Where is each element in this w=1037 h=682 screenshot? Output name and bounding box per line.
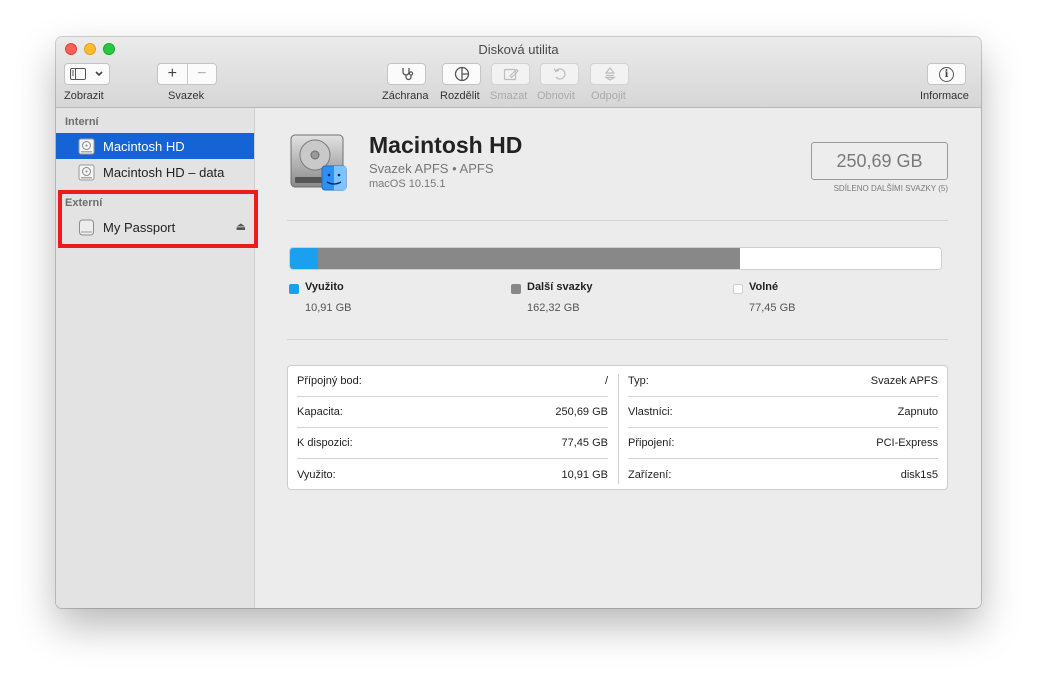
external-disk-icon bbox=[79, 219, 94, 235]
info-value: 77,45 GB bbox=[561, 437, 608, 449]
divider bbox=[287, 220, 948, 221]
info-row-available: K dispozici: 77,45 GB bbox=[297, 428, 608, 459]
info-row-capacity: Kapacita: 250,69 GB bbox=[297, 397, 608, 428]
legend-label: Další svazky bbox=[527, 281, 593, 293]
erase-disk-icon bbox=[503, 68, 519, 81]
legend-value: 162,32 GB bbox=[527, 302, 580, 314]
info-left-column: Přípojný bod: / Kapacita: 250,69 GB K di… bbox=[288, 366, 618, 489]
sidebar-item-label: My Passport bbox=[103, 219, 176, 235]
sidebar-item-label: Macintosh HD bbox=[103, 138, 185, 154]
info-label: Zařízení: bbox=[628, 468, 672, 481]
legend-label: Volné bbox=[749, 281, 779, 293]
info-row-type: Typ: Svazek APFS bbox=[628, 366, 938, 397]
disk-utility-window: Disková utilita Zobrazit + − Svazek Zách… bbox=[56, 37, 981, 608]
unmount-icon bbox=[603, 67, 616, 81]
info-label: Informace bbox=[920, 90, 969, 102]
info-icon: i bbox=[939, 66, 954, 82]
view-label: Zobrazit bbox=[64, 90, 104, 102]
partition-label: Rozdělit bbox=[440, 90, 480, 102]
legend-swatch bbox=[511, 284, 521, 294]
erase-label: Smazat bbox=[490, 90, 528, 102]
unmount-label: Odpojit bbox=[591, 90, 626, 102]
unmount-button[interactable] bbox=[590, 63, 629, 85]
capacity-note: SDÍLENO DALŠÍMI SVAZKY (5) bbox=[833, 184, 948, 193]
info-right-column: Typ: Svazek APFS Vlastníci: Zapnuto Přip… bbox=[619, 366, 947, 489]
volume-info-table: Přípojný bod: / Kapacita: 250,69 GB K di… bbox=[287, 365, 948, 490]
volume-os-version: macOS 10.15.1 bbox=[369, 178, 446, 190]
info-label: Připojení: bbox=[628, 437, 675, 449]
usage-bar-used-segment bbox=[290, 248, 319, 269]
stethoscope-icon bbox=[401, 68, 413, 81]
view-button[interactable] bbox=[64, 63, 110, 85]
info-label: Typ: bbox=[628, 375, 649, 387]
sidebar-item-macintosh-hd-data[interactable]: Macintosh HD – data bbox=[56, 159, 254, 185]
first-aid-label: Záchrana bbox=[382, 90, 429, 102]
chevron-down-icon bbox=[95, 71, 103, 77]
volume-title: Macintosh HD bbox=[369, 132, 523, 158]
partition-button[interactable] bbox=[442, 63, 481, 85]
info-button[interactable]: i bbox=[927, 63, 966, 85]
sidebar: Interní Macintosh HD Macintosh HD – data… bbox=[56, 108, 255, 608]
info-row-owners: Vlastníci: Zapnuto bbox=[628, 397, 938, 428]
divider bbox=[287, 339, 948, 340]
info-row-used: Využito: 10,91 GB bbox=[297, 459, 608, 490]
info-value: 250,69 GB bbox=[555, 406, 608, 418]
volume-subtitle: Svazek APFS • APFS bbox=[369, 161, 494, 176]
external-section-header: Externí bbox=[65, 197, 103, 209]
remove-volume-button[interactable]: − bbox=[188, 65, 217, 83]
usage-bar-other-volumes-segment bbox=[318, 248, 740, 269]
info-value: disk1s5 bbox=[900, 468, 938, 481]
hard-drive-icon bbox=[290, 134, 347, 191]
restore-button[interactable] bbox=[540, 63, 579, 85]
legend-value: 10,91 GB bbox=[305, 302, 352, 314]
info-value: Zapnuto bbox=[897, 406, 938, 418]
internal-disk-icon bbox=[78, 138, 95, 154]
info-label: Kapacita: bbox=[297, 406, 343, 418]
volume-label: Svazek bbox=[168, 90, 205, 102]
toolbar: Disková utilita Zobrazit + − Svazek Zách… bbox=[56, 37, 981, 108]
first-aid-button[interactable] bbox=[387, 63, 426, 85]
legend-value: 77,45 GB bbox=[749, 302, 796, 314]
window-title: Disková utilita bbox=[478, 42, 559, 57]
usage-bar bbox=[289, 247, 942, 270]
info-row-device: Zařízení: disk1s5 bbox=[628, 459, 938, 490]
info-label: Využito: bbox=[297, 468, 336, 481]
sidebar-item-macintosh-hd[interactable]: Macintosh HD bbox=[56, 133, 254, 159]
main-content: Macintosh HD Svazek APFS • APFS macOS 10… bbox=[255, 108, 981, 608]
add-volume-button[interactable]: + bbox=[158, 65, 187, 83]
restore-label: Obnovit bbox=[537, 90, 575, 102]
sidebar-item-label: Macintosh HD – data bbox=[103, 164, 225, 180]
internal-disk-icon bbox=[78, 164, 95, 180]
sidebar-toggle-icon bbox=[70, 68, 86, 80]
eject-icon[interactable]: ⏏ bbox=[236, 220, 246, 233]
volume-segmented-control: + − bbox=[157, 63, 217, 85]
info-row-mount-point: Přípojný bod: / bbox=[297, 366, 608, 397]
info-row-connection: Připojení: PCI-Express bbox=[628, 428, 938, 459]
usage-bar-free-segment bbox=[739, 248, 941, 269]
info-label: Vlastníci: bbox=[628, 406, 673, 418]
capacity-box: 250,69 GB bbox=[811, 142, 948, 180]
info-label: Přípojný bod: bbox=[297, 375, 362, 387]
info-value: Svazek APFS bbox=[870, 375, 938, 387]
internal-section-header: Interní bbox=[65, 116, 99, 128]
sidebar-item-my-passport[interactable]: My Passport ⏏ bbox=[56, 214, 254, 240]
partition-pie-icon bbox=[454, 66, 469, 82]
info-label: K dispozici: bbox=[297, 437, 353, 449]
legend-swatch bbox=[289, 284, 299, 294]
info-value: PCI-Express bbox=[876, 437, 938, 449]
info-value: 10,91 GB bbox=[561, 468, 608, 481]
restore-arrow-icon bbox=[552, 68, 566, 80]
legend-swatch bbox=[733, 284, 743, 294]
erase-button[interactable] bbox=[491, 63, 530, 85]
info-value: / bbox=[604, 375, 608, 387]
legend-label: Využito bbox=[305, 281, 344, 293]
